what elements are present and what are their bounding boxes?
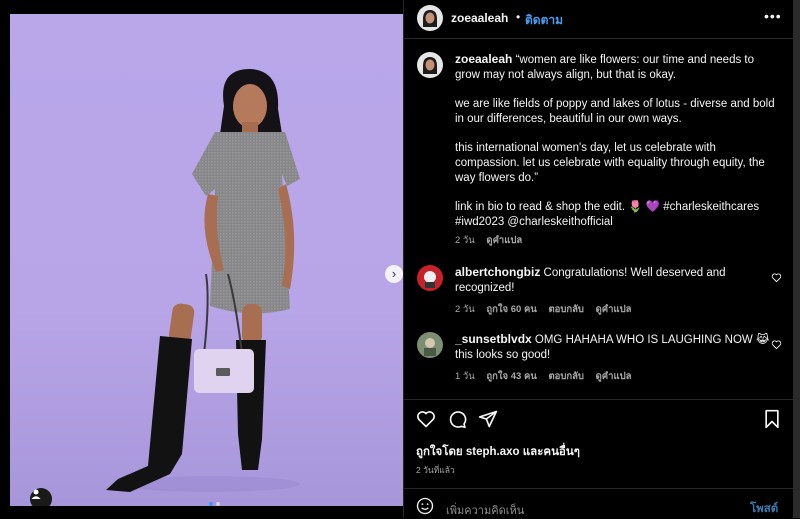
header-username[interactable]: zoeaaleah bbox=[451, 11, 508, 25]
avatar[interactable] bbox=[417, 332, 443, 358]
scrollbar[interactable] bbox=[793, 0, 800, 518]
reply-button[interactable]: ตอบกลับ bbox=[548, 304, 584, 315]
follow-button[interactable]: ติดตาม bbox=[525, 11, 563, 30]
likes-suffix: และคนอื่นๆ bbox=[519, 446, 580, 458]
caption-username[interactable]: zoeaaleah bbox=[455, 52, 512, 66]
comment-username[interactable]: _sunsetblvdx bbox=[455, 332, 532, 346]
caption-paragraph: we are like fields of poppy and lakes of… bbox=[455, 98, 775, 125]
post-header: zoeaaleah • ติดตาม ••• bbox=[404, 0, 794, 39]
caption-paragraph: link in bio to read & shop the edit. 🌷 💜… bbox=[455, 201, 760, 228]
likes-user[interactable]: steph.axo bbox=[466, 446, 520, 458]
carousel-dot bbox=[216, 502, 220, 506]
avatar[interactable] bbox=[417, 265, 443, 291]
share-icon[interactable] bbox=[478, 409, 498, 429]
heart-icon[interactable] bbox=[771, 272, 782, 283]
likes-prefix: ถูกใจโดย bbox=[416, 446, 466, 458]
user-tag-icon[interactable] bbox=[30, 488, 52, 506]
post-side-panel: zoeaaleah • ติดตาม ••• zoeaaleah “women … bbox=[403, 0, 794, 518]
caption-text: zoeaaleah “women are like flowers: our t… bbox=[455, 52, 775, 248]
comment-text: albertchongbiz Congratulations! Well des… bbox=[455, 265, 775, 317]
post-comment-button[interactable]: โพสต์ bbox=[750, 500, 778, 518]
model-photo-illustration bbox=[106, 69, 300, 492]
comment-likes[interactable]: ถูกใจ 43 คน bbox=[486, 371, 536, 382]
heart-icon[interactable] bbox=[771, 339, 782, 350]
comment-username[interactable]: albertchongbiz bbox=[455, 265, 540, 279]
separator-dot: • bbox=[516, 10, 521, 24]
caption-time: 2 วัน bbox=[455, 235, 475, 246]
reply-button[interactable]: ตอบกลับ bbox=[548, 371, 584, 382]
post-date[interactable]: 2 วันที่แล้ว bbox=[416, 463, 455, 477]
action-bar bbox=[404, 404, 794, 436]
emoji-icon[interactable] bbox=[416, 497, 434, 515]
avatar[interactable] bbox=[417, 5, 443, 31]
bookmark-icon[interactable] bbox=[762, 409, 782, 429]
likes-summary[interactable]: ถูกใจโดย steph.axo และคนอื่นๆ bbox=[416, 443, 580, 461]
heart-icon[interactable] bbox=[416, 409, 436, 429]
carousel-dot-active bbox=[209, 502, 213, 506]
more-icon[interactable]: ••• bbox=[764, 8, 782, 24]
comment-input[interactable]: เพิ่มความคิดเห็น bbox=[446, 501, 524, 519]
comment-time: 1 วัน bbox=[455, 371, 475, 382]
comment-icon[interactable] bbox=[447, 409, 467, 429]
caption-paragraph: this international women's day, let us c… bbox=[455, 142, 765, 184]
comment-time: 2 วัน bbox=[455, 304, 475, 315]
comment-likes[interactable]: ถูกใจ 60 คน bbox=[486, 304, 536, 315]
add-comment-bar: เพิ่มความคิดเห็น โพสต์ bbox=[404, 488, 794, 519]
comment-meta: 1 วัน ถูกใจ 43 คน ตอบกลับ ดูคำแปล bbox=[455, 369, 775, 384]
translate-link[interactable]: ดูคำแปล bbox=[596, 371, 632, 382]
caption-meta: 2 วัน ดูคำแปล bbox=[455, 233, 775, 248]
comment-text: _sunsetblvdx OMG HAHAHA WHO IS LAUGHING … bbox=[455, 332, 775, 384]
translate-link[interactable]: ดูคำแปล bbox=[596, 304, 632, 315]
translate-link[interactable]: ดูคำแปล bbox=[486, 235, 522, 246]
next-arrow-icon[interactable]: › bbox=[385, 265, 403, 283]
comments-list: zoeaaleah “women are like flowers: our t… bbox=[404, 39, 794, 400]
post-image[interactable]: › bbox=[10, 14, 403, 506]
carousel-dots bbox=[209, 502, 220, 506]
comment-meta: 2 วัน ถูกใจ 60 คน ตอบกลับ ดูคำแปล bbox=[455, 302, 775, 317]
avatar[interactable] bbox=[417, 52, 443, 78]
